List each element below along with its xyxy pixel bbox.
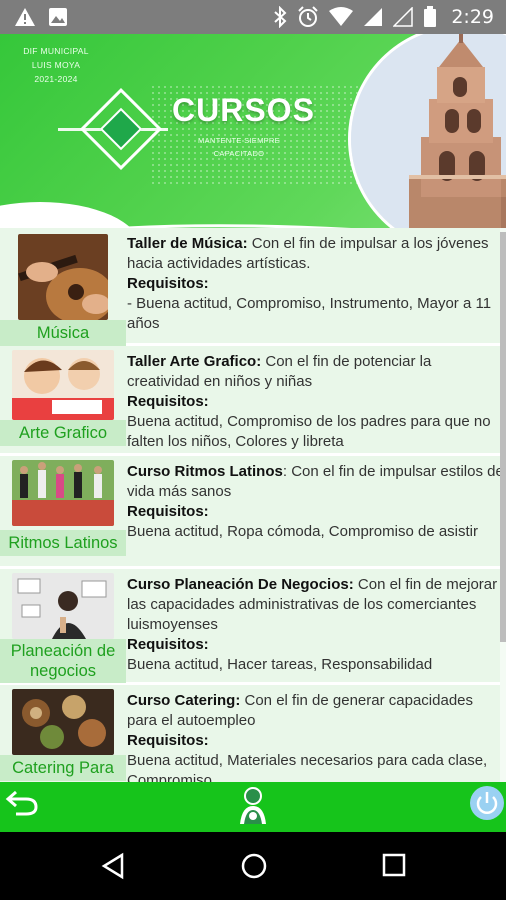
org-line-2: LUIS MOYA	[31, 60, 81, 70]
requirements-label: Requisitos:	[127, 503, 209, 520]
course-title: Taller Arte Grafico:	[127, 353, 262, 370]
nav-home-icon[interactable]	[240, 852, 268, 880]
course-item-music[interactable]: Música Taller de Música: Con el fin de i…	[0, 228, 500, 346]
no-signal-icon	[393, 7, 414, 27]
page-subtitle: MANTENTE SIEMPRE CAPACITADO	[186, 134, 292, 160]
requirements-text: Buena actitud, Hacer tareas, Responsabil…	[127, 656, 433, 673]
course-title: Curso Ritmos Latinos	[127, 463, 283, 480]
course-item-business-planning[interactable]: Planeación de negocios Curso Planeación …	[0, 569, 500, 685]
bluetooth-icon	[274, 6, 287, 28]
system-navigation-bar	[0, 832, 506, 900]
org-line-3: 2021-2024	[34, 74, 78, 84]
page-title: CURSOS	[172, 92, 315, 128]
food-photo-icon	[12, 689, 114, 755]
header-banner: DIF MUNICIPAL LUIS MOYA 2021-2024 CURSOS…	[0, 34, 506, 228]
course-description: Taller Arte Grafico: Con el fin de poten…	[127, 352, 505, 452]
course-item-latin-rhythms[interactable]: Ritmos Latinos Curso Ritmos Latinos: Con…	[0, 456, 504, 569]
wave-divider	[100, 224, 351, 228]
course-description: Curso Planeación De Negocios: Con el fin…	[127, 575, 505, 675]
requirements-label: Requisitos:	[127, 732, 209, 749]
image-icon	[49, 8, 67, 26]
requirements-label: Requisitos:	[127, 636, 209, 653]
requirements-text: Buena actitud, Materiales necesarios par…	[127, 752, 488, 783]
alarm-icon	[298, 6, 319, 27]
power-icon	[476, 792, 498, 814]
warning-icon	[15, 8, 35, 26]
org-line-1: DIF MUNICIPAL	[23, 46, 89, 56]
course-list[interactable]: Música Taller de Música: Con el fin de i…	[0, 228, 506, 783]
nav-back-icon[interactable]	[100, 852, 128, 880]
back-arrow-icon[interactable]	[4, 788, 40, 818]
music-image	[18, 234, 108, 320]
nav-recents-icon[interactable]	[381, 852, 407, 878]
clock-time: 2:29	[451, 6, 494, 28]
course-caption: Arte Grafico	[0, 420, 126, 446]
course-description: Curso Catering: Con el fin de generar ca…	[127, 691, 505, 783]
organization-label: DIF MUNICIPAL LUIS MOYA 2021-2024	[14, 44, 98, 86]
power-button[interactable]	[470, 786, 504, 820]
dancers-photo-icon	[12, 460, 114, 526]
church-tower-illustration	[351, 34, 506, 228]
course-caption: Música	[0, 320, 126, 346]
course-description: Curso Ritmos Latinos: Con el fin de impu…	[127, 462, 505, 542]
business-planning-image	[12, 573, 114, 639]
battery-icon	[424, 6, 437, 27]
scrollbar-thumb[interactable]	[500, 232, 506, 642]
bottom-toolbar	[0, 782, 506, 832]
app-screen: 2:29 DIF MUNICIPAL LUIS MOYA 2021-2024 C…	[0, 0, 506, 900]
wifi-icon	[329, 7, 354, 26]
catering-image	[12, 689, 114, 755]
course-caption: Catering Para	[0, 755, 126, 781]
requirements-label: Requisitos:	[127, 275, 209, 292]
kids-drawing-photo-icon	[12, 350, 114, 420]
course-caption: Planeación de negocios	[0, 639, 126, 683]
course-item-art[interactable]: Arte Grafico Taller Arte Grafico: Con el…	[0, 346, 500, 456]
course-title: Taller de Música:	[127, 235, 248, 252]
whiteboard-photo-icon	[12, 573, 114, 639]
guitar-photo-icon	[18, 234, 108, 320]
requirements-text: Buena actitud, Compromiso de los padres …	[127, 413, 491, 450]
dif-logo-icon[interactable]	[230, 784, 276, 830]
signal-icon	[364, 8, 383, 26]
church-tower-photo	[348, 34, 506, 228]
subtitle-line-1: MANTENTE SIEMPRE	[198, 136, 280, 145]
course-caption: Ritmos Latinos	[0, 530, 126, 556]
requirements-text: Buena actitud, Ropa cómoda, Compromiso d…	[127, 523, 479, 540]
requirements-label: Requisitos:	[127, 393, 209, 410]
course-item-catering[interactable]: Catering Para Curso Catering: Con el fin…	[0, 685, 500, 783]
requirements-text: - Buena actitud, Compromiso, Instrumento…	[127, 295, 492, 332]
subtitle-line-2: CAPACITADO	[213, 149, 265, 158]
course-description: Taller de Música: Con el fin de impulsar…	[127, 234, 505, 334]
course-title: Curso Catering:	[127, 692, 241, 709]
latin-rhythms-image	[12, 460, 114, 526]
status-bar: 2:29	[0, 0, 506, 34]
art-image	[12, 350, 114, 420]
course-title: Curso Planeación De Negocios:	[127, 576, 354, 593]
